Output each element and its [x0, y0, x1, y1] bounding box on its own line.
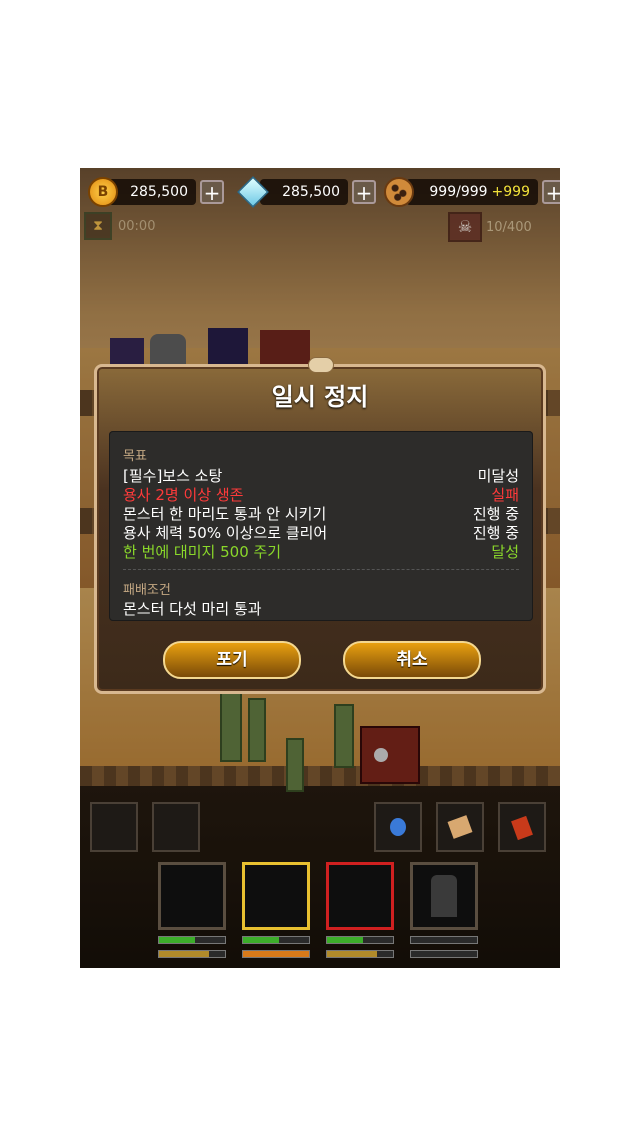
- hero-3-hp-bar: [326, 936, 394, 944]
- hero-portrait-icon: [431, 875, 457, 917]
- red-card-icon: [511, 815, 533, 841]
- goal-status: 진행 중: [472, 524, 519, 542]
- gem-counter: 285,500 +: [237, 176, 376, 208]
- kill-value: 10/400: [486, 219, 532, 235]
- goal-text: 용사 체력 50% 이상으로 클리어: [123, 524, 328, 542]
- hourglass-icon: ⧗: [84, 212, 112, 240]
- defeat-heading: 패배조건: [123, 583, 171, 598]
- pause-dialog: 일시 정지 목표 [필수]보스 소탕 미달성 용사 2명 이상 생존 실패 몬스…: [94, 357, 546, 694]
- objectives-panel: 목표 [필수]보스 소탕 미달성 용사 2명 이상 생존 실패 몬스터 한 마리…: [109, 431, 533, 621]
- goal-text: 몬스터 한 마리도 통과 안 시키기: [123, 505, 327, 523]
- add-cookies-button[interactable]: +: [542, 180, 560, 204]
- goals-heading: 목표: [123, 449, 147, 464]
- goal-status: 진행 중: [472, 505, 519, 523]
- hero-4-mp-bar: [410, 950, 478, 958]
- cookie-counter: 999/999 +999 +: [384, 176, 560, 208]
- hero-slot-3[interactable]: [326, 862, 394, 930]
- potion-icon: [390, 818, 406, 836]
- give-up-button[interactable]: 포기: [163, 641, 301, 679]
- card-slot[interactable]: [498, 802, 546, 852]
- hero-2-hp-bar: [242, 936, 310, 944]
- resource-bar: B 285,500 + 285,500 + 999/999 +999 +: [84, 172, 560, 212]
- gold-counter: B 285,500 +: [88, 176, 224, 208]
- dialog-title: 일시 정지: [271, 383, 369, 411]
- goal-text: 한 번에 대미지 500 주기: [123, 543, 282, 561]
- hero-slot-4[interactable]: [410, 862, 478, 930]
- goal-text: [필수]보스 소탕: [123, 467, 223, 485]
- goal-row: 용사 2명 이상 생존 실패: [123, 484, 519, 504]
- goal-row: 용사 체력 50% 이상으로 클리어 진행 중: [123, 522, 519, 542]
- defeat-row: 몬스터 다섯 마리 통과: [123, 598, 519, 618]
- potion-slot[interactable]: [374, 802, 422, 852]
- bull-skull-icon: ☠: [448, 212, 482, 242]
- cookie-count: 999/999: [429, 184, 488, 200]
- gold-coin-icon: B: [88, 177, 118, 207]
- hero-slot-2[interactable]: [242, 862, 310, 930]
- section-divider: [123, 569, 519, 570]
- dialog-ornament: [308, 357, 334, 373]
- item-slot-empty[interactable]: [90, 802, 138, 852]
- cookie-value: 999/999 +999: [406, 179, 538, 205]
- goal-row: 몬스터 한 마리도 통과 안 시키기 진행 중: [123, 503, 519, 523]
- goal-status: 실패: [491, 486, 519, 504]
- cookie-icon: [384, 177, 414, 207]
- hero-1-hp-bar: [158, 936, 226, 944]
- gold-value: 285,500: [108, 179, 196, 205]
- goal-text: 용사 2명 이상 생존: [123, 486, 244, 504]
- add-gold-button[interactable]: +: [200, 180, 224, 204]
- stage-timer: ⧗ 00:00: [84, 212, 155, 240]
- goal-row: 한 번에 대미지 500 주기 달성: [123, 541, 519, 561]
- scroll-slot[interactable]: [436, 802, 484, 852]
- hero-1-mp-bar: [158, 950, 226, 958]
- defeat-text: 몬스터 다섯 마리 통과: [123, 600, 262, 618]
- scroll-icon: [447, 815, 473, 839]
- goal-status: 달성: [491, 543, 519, 561]
- hero-4-hp-bar: [410, 936, 478, 944]
- goal-status: 미달성: [477, 467, 519, 485]
- add-gems-button[interactable]: +: [352, 180, 376, 204]
- cookie-bonus: +999: [491, 184, 530, 200]
- hero-2-mp-bar: [242, 950, 310, 958]
- kill-counter: ☠ 10/400: [448, 212, 532, 242]
- cancel-button[interactable]: 취소: [343, 641, 481, 679]
- goal-row: [필수]보스 소탕 미달성: [123, 465, 519, 485]
- timer-value: 00:00: [118, 218, 156, 234]
- item-slot-empty[interactable]: [152, 802, 200, 852]
- hero-3-mp-bar: [326, 950, 394, 958]
- hero-slot-1[interactable]: [158, 862, 226, 930]
- gem-value: 285,500: [260, 179, 348, 205]
